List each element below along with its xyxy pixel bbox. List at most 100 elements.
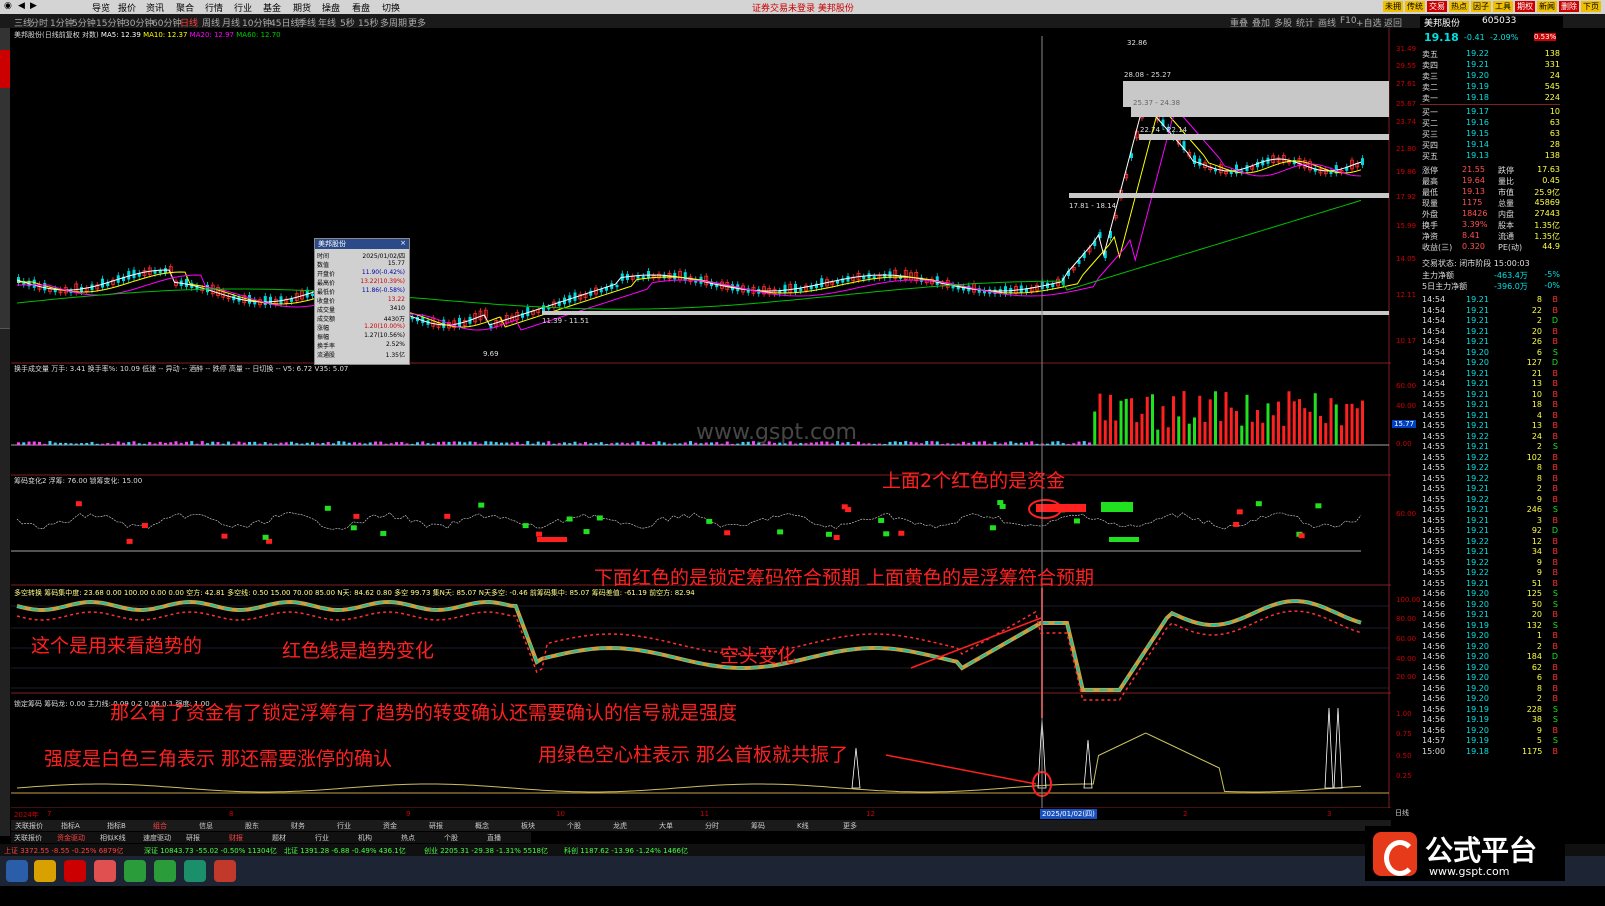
volume-bar bbox=[1177, 416, 1181, 445]
indicator-tab[interactable]: 指标B bbox=[107, 821, 126, 831]
sidebar-tab-4[interactable] bbox=[0, 148, 10, 179]
sidebar-tab-6[interactable] bbox=[0, 208, 10, 239]
sidebar-tab-8[interactable] bbox=[0, 268, 10, 299]
function-tab[interactable]: 速度驱动 bbox=[140, 833, 174, 843]
indicator-tab[interactable]: 大单 bbox=[659, 821, 673, 831]
start-icon[interactable] bbox=[6, 860, 28, 882]
tick-price: 19.20 bbox=[1466, 725, 1489, 735]
function-tab[interactable]: 财报 bbox=[226, 833, 246, 843]
indicator-tab[interactable]: 板块 bbox=[521, 821, 535, 831]
wps-icon[interactable] bbox=[214, 860, 236, 882]
rb-2[interactable]: 交易 bbox=[1427, 1, 1447, 12]
menu-item-8[interactable]: 操盘 bbox=[322, 1, 340, 14]
indicator-tab[interactable]: 概念 bbox=[475, 821, 489, 831]
tick-time: 14:54 bbox=[1422, 379, 1446, 388]
function-tab[interactable]: 研报 bbox=[183, 833, 203, 843]
function-tab[interactable]: 资金驱动 bbox=[54, 833, 88, 843]
volume-bar bbox=[200, 441, 204, 445]
menu-item-4[interactable]: 行情 bbox=[205, 1, 223, 14]
indicator-tab[interactable]: 个股 bbox=[567, 821, 581, 831]
rb-9[interactable]: 下页 bbox=[1581, 1, 1601, 12]
menu-item-10[interactable]: 切换 bbox=[382, 1, 400, 14]
function-tab[interactable]: 个股 bbox=[441, 833, 461, 843]
forward-icon[interactable]: ▶ bbox=[30, 1, 37, 11]
tick-price: 19.21 bbox=[1466, 400, 1489, 409]
popup-row: 开盘价 11.90(-0.42%) bbox=[317, 269, 405, 278]
sidebar-tab-3[interactable] bbox=[0, 118, 10, 149]
menu-item-3[interactable]: 聚合 bbox=[176, 1, 194, 14]
trend-band-alt bbox=[16, 600, 1362, 691]
tick-side: D bbox=[1551, 358, 1558, 367]
popup-key: 数值 bbox=[317, 262, 330, 269]
volume-bar bbox=[358, 442, 362, 445]
tick-volume: 51 bbox=[1531, 578, 1542, 588]
sidebar-tab-7[interactable] bbox=[0, 238, 10, 269]
indicator-tab[interactable]: 信息 bbox=[199, 821, 213, 831]
sidebar-tab-0[interactable] bbox=[0, 28, 10, 51]
chat-icon[interactable] bbox=[124, 860, 146, 882]
function-tab[interactable]: 机构 bbox=[355, 833, 375, 843]
function-tab[interactable]: 直播 bbox=[484, 833, 504, 843]
browser-icon[interactable] bbox=[94, 860, 116, 882]
tick-price: 19.19 bbox=[1466, 704, 1489, 714]
rb-7[interactable]: 新闻 bbox=[1537, 1, 1557, 12]
folder-icon[interactable] bbox=[34, 860, 56, 882]
indicator-tab[interactable]: 研报 bbox=[429, 821, 443, 831]
indicator-tab[interactable]: 行业 bbox=[337, 821, 351, 831]
stat-value-2: 44.9 bbox=[1542, 242, 1560, 251]
function-tab[interactable]: 题材 bbox=[269, 833, 289, 843]
tool-5[interactable]: F10 bbox=[1340, 16, 1357, 26]
menu-item-1[interactable]: 报价 bbox=[118, 1, 136, 14]
app-taskbar-icon[interactable] bbox=[64, 860, 86, 882]
menu-item-7[interactable]: 期货 bbox=[293, 1, 311, 14]
rb-4[interactable]: 因子 bbox=[1471, 1, 1491, 12]
indicator-tab[interactable]: 组合 bbox=[153, 821, 167, 831]
indicator-tab[interactable]: 资金 bbox=[383, 821, 397, 831]
function-tab[interactable]: 关联报价 bbox=[11, 833, 45, 843]
volume-bar bbox=[899, 441, 902, 445]
sidebar-tab-5[interactable] bbox=[0, 178, 10, 209]
ma10-legend: MA10: 12.37 bbox=[143, 31, 188, 39]
indicator-tab[interactable]: 筹码 bbox=[751, 821, 765, 831]
rb-0[interactable]: 未拥 bbox=[1383, 1, 1403, 12]
rb-3[interactable]: 热点 bbox=[1449, 1, 1469, 12]
function-tab[interactable]: 热点 bbox=[398, 833, 418, 843]
sidebar-tab-9[interactable] bbox=[0, 298, 10, 329]
sidebar-tab-active[interactable] bbox=[0, 50, 10, 89]
volume-bar bbox=[116, 441, 120, 445]
monitor-icon[interactable] bbox=[184, 860, 206, 882]
volume-bar bbox=[1051, 441, 1055, 445]
indicator-tab[interactable]: 更多 bbox=[843, 821, 857, 831]
indicator-tab[interactable]: 龙虎 bbox=[613, 821, 627, 831]
popup-row: 最低价 11.86(-0.58%) bbox=[317, 287, 405, 296]
indicator-tab[interactable]: 分时 bbox=[705, 821, 719, 831]
volume-bar bbox=[437, 442, 440, 445]
menu-item-0[interactable]: 导览 bbox=[92, 1, 110, 14]
indicator-tab[interactable]: 股东 bbox=[245, 821, 259, 831]
menu-item-2[interactable]: 资讯 bbox=[146, 1, 164, 14]
menu-item-5[interactable]: 行业 bbox=[234, 1, 252, 14]
tick-price: 19.20 bbox=[1466, 358, 1489, 367]
rb-5[interactable]: 工具 bbox=[1493, 1, 1513, 12]
volume-bar bbox=[458, 441, 461, 445]
rb-8[interactable]: 删除 bbox=[1559, 1, 1579, 12]
volume-bar bbox=[1298, 399, 1301, 445]
indicator-tab[interactable]: K线 bbox=[797, 821, 809, 831]
sidebar-tab-2[interactable] bbox=[0, 88, 10, 119]
indicator-tab[interactable]: 财务 bbox=[291, 821, 305, 831]
tick-side: B bbox=[1552, 746, 1559, 756]
function-tab[interactable]: 行业 bbox=[312, 833, 332, 843]
function-tab[interactable]: 相似K线 bbox=[97, 833, 129, 843]
wechat-icon[interactable] bbox=[154, 860, 176, 882]
close-icon[interactable]: × bbox=[400, 239, 406, 247]
menu-item-6[interactable]: 基金 bbox=[263, 1, 281, 14]
rb-6[interactable]: 期权 bbox=[1515, 1, 1535, 12]
rb-1[interactable]: 传统 bbox=[1405, 1, 1425, 12]
tick-price: 19.19 bbox=[1466, 620, 1489, 630]
indicator-tab[interactable]: 指标A bbox=[61, 821, 80, 831]
volume-bar bbox=[857, 441, 860, 445]
indicator-tab[interactable]: 关联报价 bbox=[15, 821, 43, 831]
stock-chart-area[interactable] bbox=[11, 28, 1391, 808]
menu-item-9[interactable]: 看盘 bbox=[352, 1, 370, 14]
back-icon[interactable]: ◀ bbox=[18, 1, 25, 11]
